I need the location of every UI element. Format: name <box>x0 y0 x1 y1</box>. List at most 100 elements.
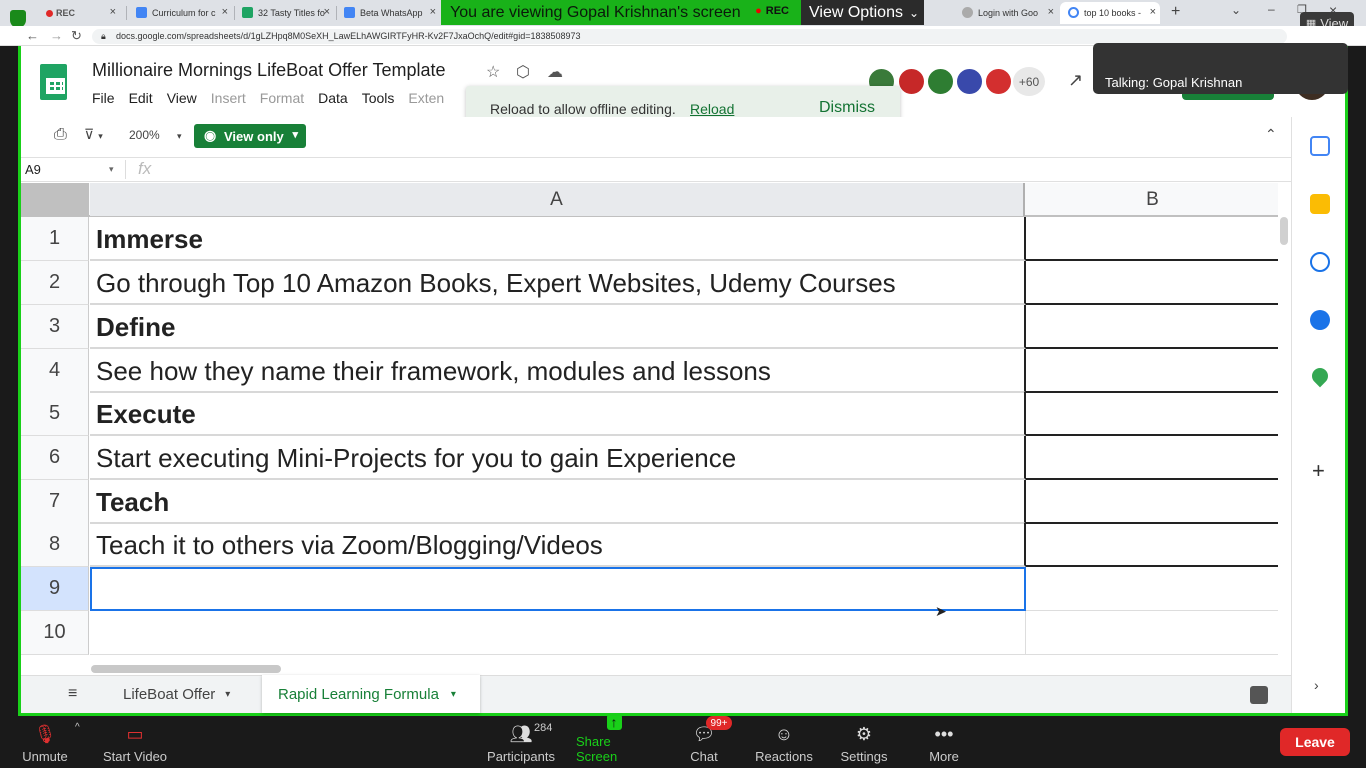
menu-extensions[interactable]: Exten <box>408 90 444 108</box>
add-addon-icon[interactable]: + <box>1312 458 1325 484</box>
close-icon[interactable]: × <box>222 6 228 18</box>
browser-tab-books[interactable]: top 10 books - × <box>1060 2 1160 24</box>
document-title[interactable]: Millionaire Mornings LifeBoat Offer Temp… <box>92 60 446 81</box>
cell-b[interactable] <box>1026 611 1278 655</box>
menu-data[interactable]: Data <box>318 90 348 108</box>
row-number[interactable]: 1 <box>21 217 89 261</box>
cell-a[interactable]: Go through Top 10 Amazon Books, Expert W… <box>90 261 1026 305</box>
expand-panel-icon[interactable]: › <box>1314 677 1319 693</box>
cell-a[interactable]: Execute <box>90 392 1026 436</box>
avatar[interactable] <box>897 67 926 96</box>
minimize-icon[interactable]: – <box>1268 2 1275 16</box>
vertical-scrollbar[interactable] <box>1280 217 1288 245</box>
start-video-button[interactable]: ▭ Start Video <box>102 720 168 764</box>
forward-icon[interactable]: → <box>50 28 63 43</box>
row-number[interactable]: 3 <box>21 305 89 349</box>
calendar-icon[interactable] <box>1310 136 1330 156</box>
browser-tab-titles[interactable]: 32 Tasty Titles fo × <box>234 2 334 24</box>
close-icon[interactable]: × <box>324 6 330 18</box>
cell-b[interactable] <box>1026 392 1278 436</box>
cell-a[interactable] <box>90 611 1026 655</box>
tasks-icon[interactable] <box>1310 252 1330 272</box>
zoom-select[interactable]: 200% ▾ <box>129 128 182 142</box>
select-all-corner[interactable] <box>21 183 89 217</box>
back-icon[interactable]: ← <box>26 28 39 43</box>
sheet-tab-rapid-learning-formula[interactable]: Rapid Learning Formula ▾ <box>262 675 480 713</box>
menu-format[interactable]: Format <box>260 90 304 108</box>
sheet-tab-lifeboat-offer[interactable]: LifeBoat Offer ▾ <box>108 676 245 713</box>
more-button[interactable]: ••• More <box>924 720 964 764</box>
cell-b[interactable] <box>1026 217 1278 261</box>
cell-a[interactable]: Define <box>90 305 1026 349</box>
row-number[interactable]: 9 <box>21 567 89 611</box>
url-field[interactable]: 🔒︎ docs.google.com/spreadsheets/d/1gLZHp… <box>92 29 1287 44</box>
close-icon[interactable]: × <box>1048 6 1054 18</box>
cell-a[interactable]: See how they name their framework, modul… <box>90 349 1026 393</box>
view-options-button[interactable]: View Options ⌄ <box>801 0 924 25</box>
all-sheets-icon[interactable]: ≡ <box>68 685 77 703</box>
reload-link[interactable]: Reload <box>690 101 734 117</box>
view-only-button[interactable]: View only <box>194 124 306 148</box>
close-icon[interactable]: × <box>430 6 436 18</box>
browser-tab-rec[interactable]: REC × <box>32 2 120 24</box>
avatar[interactable] <box>926 67 955 96</box>
contacts-icon[interactable] <box>1310 310 1330 330</box>
browser-tab-curriculum[interactable]: Curriculum for c × <box>128 2 232 24</box>
sheets-logo-icon[interactable] <box>40 64 67 100</box>
cell-b[interactable] <box>1026 261 1278 305</box>
row-number[interactable]: 4 <box>21 349 89 393</box>
close-icon[interactable]: × <box>1150 6 1156 18</box>
cell-a[interactable]: Teach it to others via Zoom/Blogging/Vid… <box>90 523 1026 567</box>
row-number[interactable]: 2 <box>21 261 89 305</box>
browser-tab-login[interactable]: Login with Goo × <box>954 2 1058 24</box>
move-to-drive-icon[interactable]: ⬡ <box>516 62 530 82</box>
row-number[interactable]: 10 <box>21 611 89 655</box>
menu-insert[interactable]: Insert <box>211 90 246 108</box>
cell-a[interactable]: Immerse <box>90 217 1026 261</box>
leave-button[interactable]: Leave <box>1280 728 1350 756</box>
more-collaborators-badge[interactable]: +60 <box>1013 67 1045 96</box>
filter-icon[interactable]: ⊽ ▾ <box>84 126 103 143</box>
cell-b[interactable] <box>1026 349 1278 393</box>
collapse-toolbar-icon[interactable]: ⌃ <box>1265 126 1277 143</box>
cell-b[interactable] <box>1026 305 1278 349</box>
cell-b[interactable] <box>1026 523 1278 567</box>
cloud-status-icon[interactable]: ☁︎ <box>547 62 563 82</box>
star-icon[interactable]: ☆ <box>486 62 500 82</box>
audio-options-icon[interactable]: ^ <box>75 722 80 733</box>
cell-b[interactable] <box>1026 567 1278 611</box>
refresh-icon[interactable]: ↻ <box>71 28 82 44</box>
cell-b[interactable] <box>1026 436 1278 480</box>
close-icon[interactable]: × <box>110 6 116 18</box>
share-screen-button[interactable]: ↑ Share Screen <box>576 714 652 764</box>
dismiss-button[interactable]: Dismiss <box>819 99 875 117</box>
browser-tab-whatsapp[interactable]: Beta WhatsApp × <box>336 2 440 24</box>
activity-trend-icon[interactable]: ↗ <box>1068 70 1083 91</box>
horizontal-scrollbar[interactable] <box>91 665 281 673</box>
keep-icon[interactable] <box>1310 194 1330 214</box>
row-number[interactable]: 6 <box>21 436 89 480</box>
new-tab-icon[interactable]: + <box>1171 3 1180 21</box>
row-number[interactable]: 8 <box>21 523 89 567</box>
reactions-button[interactable]: ☺︎ Reactions <box>754 720 814 764</box>
table-row: 10 <box>21 611 1278 655</box>
avatar[interactable] <box>955 67 984 96</box>
settings-button[interactable]: ⚙︎ Settings <box>838 720 890 764</box>
column-header-b[interactable]: B <box>1027 183 1278 216</box>
avatar[interactable] <box>984 67 1013 96</box>
row-number[interactable]: 5 <box>21 392 89 436</box>
menu-edit[interactable]: Edit <box>129 90 153 108</box>
cell-a[interactable]: Teach <box>90 480 1026 524</box>
print-icon[interactable]: ⎙ <box>54 126 67 144</box>
menu-file[interactable]: File <box>92 90 115 108</box>
menu-tools[interactable]: Tools <box>362 90 395 108</box>
unmute-button[interactable]: 🎙︎ Unmute <box>20 720 70 764</box>
menu-view[interactable]: View <box>167 90 197 108</box>
explore-icon[interactable] <box>1250 686 1268 704</box>
name-box[interactable]: A9 ▾ <box>25 162 114 177</box>
cell-a[interactable]: Start executing Mini-Projects for you to… <box>90 436 1026 480</box>
column-header-a[interactable]: A <box>90 183 1025 216</box>
tab-search-icon[interactable]: ⌄ <box>1231 3 1241 17</box>
row-number[interactable]: 7 <box>21 480 89 524</box>
cell-b[interactable] <box>1026 480 1278 524</box>
